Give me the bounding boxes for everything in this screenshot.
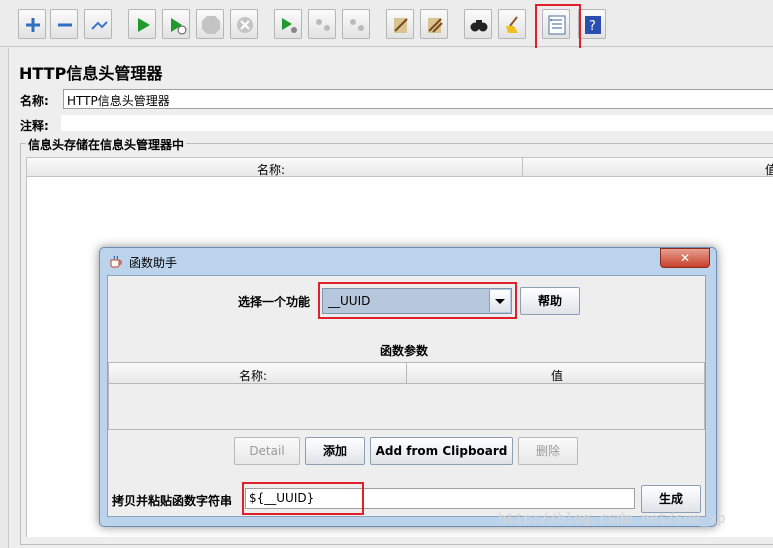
remote-start-icon[interactable] [274,9,302,39]
watermark: http://blog.csdn.net/sue_xp [498,511,726,527]
params-title: 函数参数 [380,344,429,358]
generate-button[interactable]: 生成 [641,485,701,513]
function-helper-highlight [535,4,581,50]
column-value[interactable]: 值 [765,161,773,178]
toolbar: ? [0,0,773,47]
add-button[interactable]: 添加 [305,437,365,465]
clear-all-icon[interactable] [386,9,414,39]
name-field[interactable]: HTTP信息头管理器 [63,89,773,109]
headers-table-header: 名称: 值 [26,157,773,177]
stop-icon[interactable] [196,9,224,39]
shutdown-icon[interactable] [230,9,258,39]
dialog-title: 函数助手 [129,256,178,270]
close-icon[interactable]: ✕ [660,248,710,268]
help-button[interactable]: 帮助 [520,287,580,315]
copy-string-label: 拷贝并粘贴函数字符串 [112,494,233,508]
comment-label: 注释: [20,119,49,133]
detail-button[interactable]: Detail [234,437,300,465]
column-divider [522,158,523,176]
remote-shutdown-icon[interactable] [342,9,370,39]
help-icon[interactable]: ? [578,9,606,39]
start-icon[interactable] [128,9,156,39]
java-cup-icon [109,255,122,268]
svg-text:?: ? [589,19,596,34]
clear-results-icon[interactable] [420,9,448,39]
param-column-divider [406,363,407,383]
add-from-clipboard-button[interactable]: Add from Clipboard [370,437,513,465]
function-dropdown-highlight [318,282,517,319]
params-table-header: 名称: 值 [108,362,705,384]
column-name[interactable]: 名称: [257,161,285,178]
headers-group-title: 信息头存储在信息头管理器中 [26,136,187,153]
remove-icon[interactable] [50,9,78,39]
delete-button[interactable]: 删除 [518,437,578,465]
function-string-highlight [242,482,364,515]
select-function-label: 选择一个功能 [238,295,311,309]
params-table-body[interactable] [108,384,705,430]
clear-icon[interactable] [84,9,112,39]
param-column-name[interactable]: 名称: [239,367,267,384]
search-icon[interactable] [464,9,492,39]
param-column-value[interactable]: 值 [551,367,563,384]
remote-stop-icon[interactable] [308,9,336,39]
reset-search-icon[interactable] [498,9,526,39]
start-no-timers-icon[interactable] [162,9,190,39]
add-icon[interactable] [18,9,46,39]
name-label: 名称: [20,94,49,108]
comment-field[interactable] [60,114,773,132]
page-title: HTTP信息头管理器 [19,64,163,83]
